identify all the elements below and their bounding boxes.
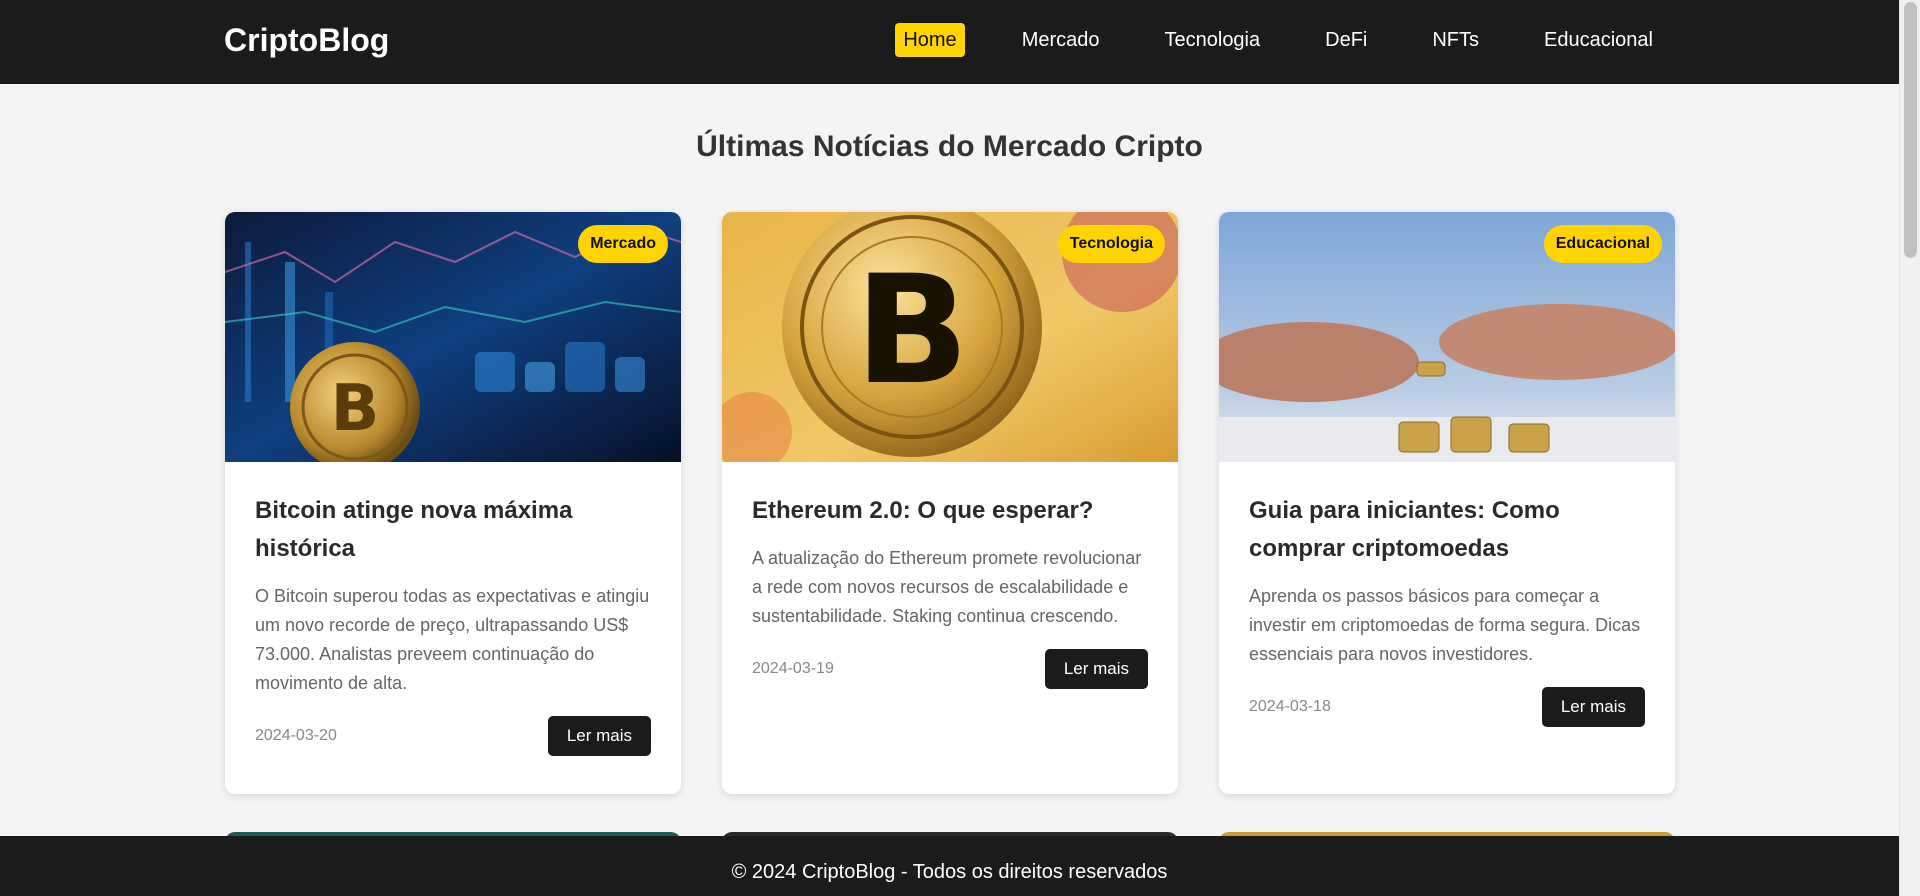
posts-grid: B Mercado Bitcoin atinge nova máxima his…	[225, 212, 1675, 794]
post-date: 2024-03-18	[1249, 698, 1331, 715]
post-image-bitcoin-chart[interactable]: B Mercado	[225, 212, 681, 462]
post-excerpt: A atualização do Ethereum promete revolu…	[752, 548, 1142, 626]
nav-item-educacional[interactable]: Educacional	[1536, 23, 1661, 57]
post-card: B Tecnologia Ethereum 2.0: O que esperar…	[722, 212, 1178, 794]
post-card: Educacional Guia para iniciantes: Como c…	[1219, 212, 1675, 794]
read-more-button[interactable]: Ler mais	[547, 716, 651, 756]
scrollbar-thumb[interactable]	[1904, 2, 1917, 258]
footer-copyright: © 2024 CriptoBlog - Todos os direitos re…	[731, 861, 1168, 883]
post-excerpt: O Bitcoin superou todas as expectativas …	[255, 586, 650, 693]
post-image-bitcoin-coin[interactable]: B Tecnologia	[722, 212, 1178, 462]
nav-item-defi[interactable]: DeFi	[1317, 23, 1375, 57]
post-excerpt: Aprenda os passos básicos para começar a…	[1249, 586, 1641, 664]
site-logo[interactable]: CriptoBlog	[224, 20, 389, 60]
post-title[interactable]: Guia para iniciantes: Como comprar cript…	[1249, 492, 1645, 568]
post-date: 2024-03-19	[752, 660, 834, 677]
post-image-coin-stacks[interactable]: Educacional	[1219, 212, 1675, 462]
page-heading: Últimas Notícias do Mercado Cripto	[696, 130, 1203, 163]
svg-text:B: B	[331, 372, 380, 446]
post-title[interactable]: Ethereum 2.0: O que esperar?	[752, 492, 1148, 530]
site-footer: © 2024 CriptoBlog - Todos os direitos re…	[0, 836, 1899, 896]
main-nav: Home Mercado Tecnologia DeFi NFTs Educac…	[895, 23, 1661, 57]
nav-item-tecnologia[interactable]: Tecnologia	[1157, 23, 1269, 57]
post-title[interactable]: Bitcoin atinge nova máxima histórica	[255, 492, 651, 568]
post-date: 2024-03-20	[255, 727, 337, 744]
page-scrollbar[interactable]	[1899, 0, 1920, 896]
svg-text:B: B	[855, 244, 969, 418]
nav-item-mercado[interactable]: Mercado	[1014, 23, 1108, 57]
category-badge[interactable]: Tecnologia	[1057, 225, 1165, 263]
category-badge[interactable]: Educacional	[1543, 225, 1662, 263]
nav-item-nfts[interactable]: NFTs	[1424, 23, 1487, 57]
category-badge[interactable]: Mercado	[578, 225, 668, 263]
nav-item-home[interactable]: Home	[895, 23, 965, 57]
read-more-button[interactable]: Ler mais	[1541, 687, 1645, 727]
post-card: B Mercado Bitcoin atinge nova máxima his…	[225, 212, 681, 794]
read-more-button[interactable]: Ler mais	[1044, 649, 1148, 689]
top-navbar: CriptoBlog Home Mercado Tecnologia DeFi …	[0, 0, 1899, 84]
